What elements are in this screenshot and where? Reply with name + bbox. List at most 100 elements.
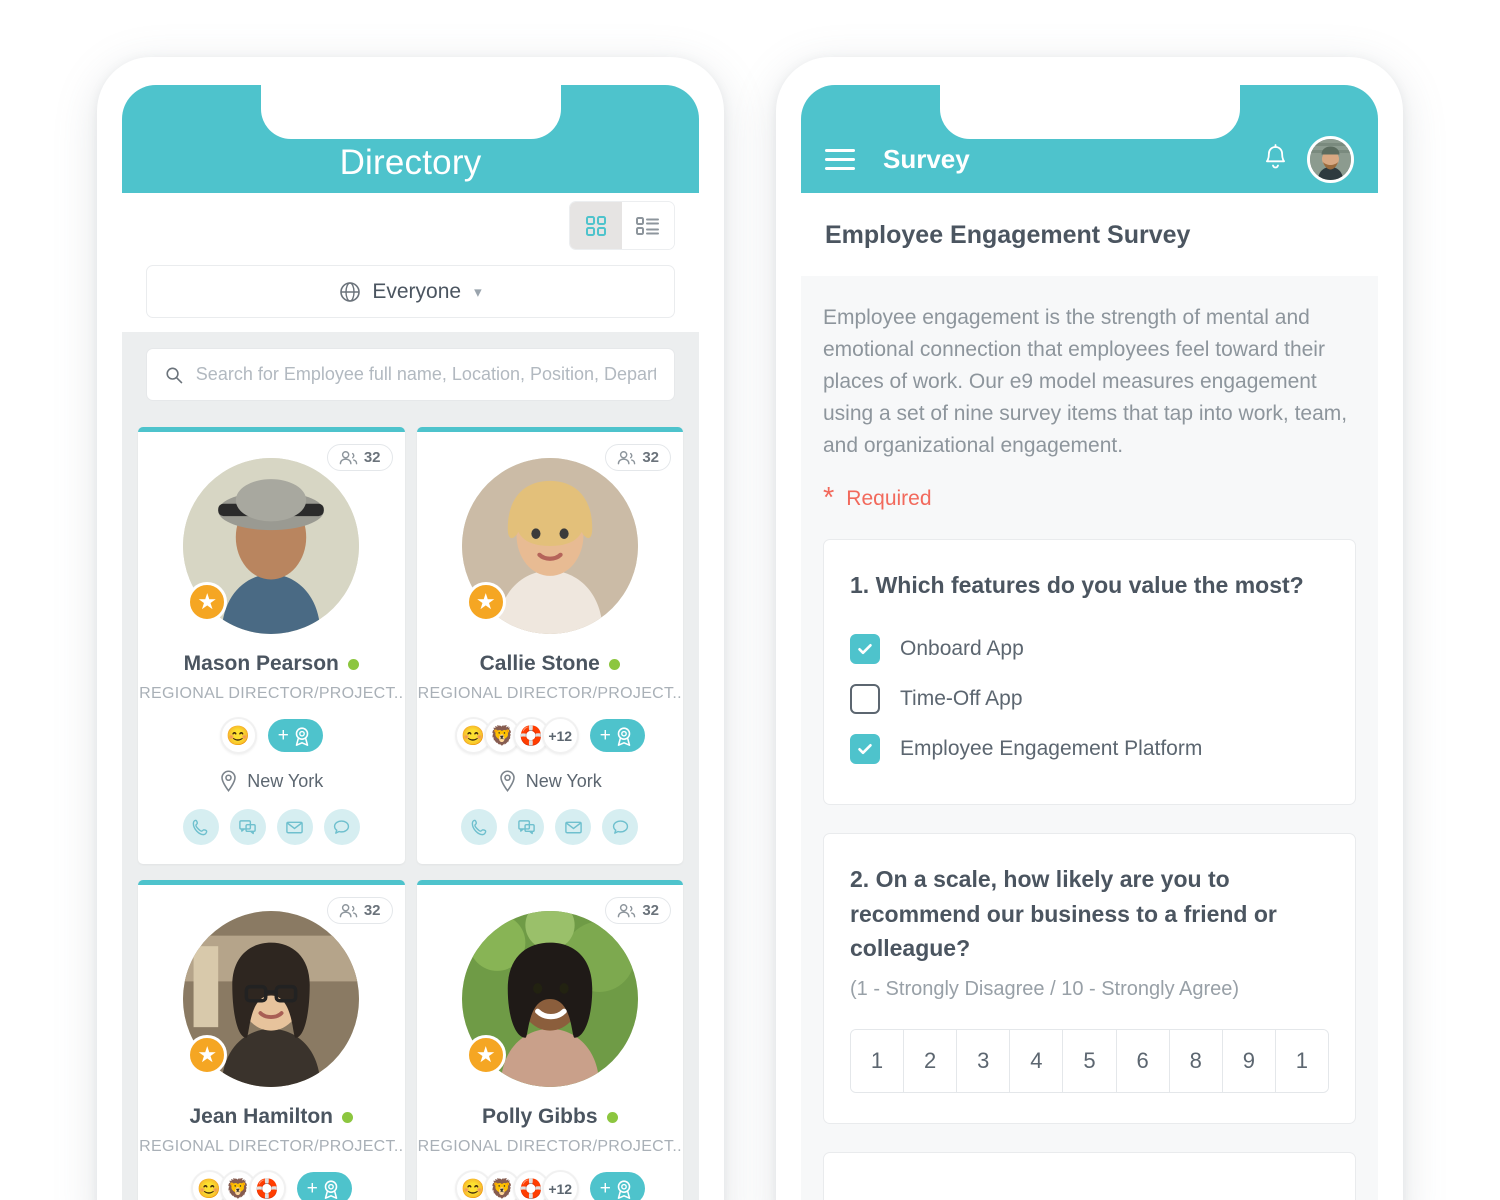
badge-row: 😊 + <box>138 717 405 754</box>
employee-card[interactable]: 32 ★ Callie Stone REGIONAL DIRECTOR/PROJ… <box>416 427 684 864</box>
employee-card[interactable]: 32 ★ Jean Hamilton REGIONAL DIRECTOR/PRO… <box>138 880 405 1200</box>
employee-name-row: Jean Hamilton <box>138 1105 405 1129</box>
view-toggle-row <box>122 193 699 265</box>
employee-card[interactable]: 32 ★ Polly Gibbs REGIONAL DIRECTOR/PROJE… <box>416 880 683 1200</box>
employee-role: REGIONAL DIRECTOR/PROJECT.. <box>139 1138 404 1155</box>
option-label: Onboard App <box>900 637 1024 661</box>
badge-overflow-count[interactable]: +12 <box>541 1170 579 1200</box>
grid-view-button[interactable] <box>570 202 622 249</box>
survey-page-title: Employee Engagement Survey <box>825 221 1191 249</box>
globe-icon <box>340 281 361 302</box>
question-list: 1. Which features do you value the most?… <box>823 538 1356 1124</box>
location-pin-icon <box>221 770 236 792</box>
employee-name: Polly Gibbs <box>481 1105 598 1128</box>
chat-action-button[interactable] <box>602 809 639 845</box>
checkbox[interactable] <box>850 684 880 715</box>
checkbox-option[interactable]: Onboard App <box>850 624 1329 674</box>
team-count-value: 32 <box>642 902 659 919</box>
employee-name: Mason Pearson <box>183 652 339 675</box>
search-input[interactable]: Search for Employee full name, Location,… <box>196 364 656 385</box>
question-card: 1. Which features do you value the most?… <box>823 538 1356 806</box>
scale-option[interactable]: 1 <box>1274 1029 1328 1092</box>
sms-action-button[interactable] <box>229 809 266 845</box>
add-award-button[interactable]: + <box>589 719 645 752</box>
email-action-button[interactable] <box>276 809 313 845</box>
star-icon: ★ <box>187 582 228 622</box>
employee-badge[interactable]: 😊 <box>219 717 257 754</box>
scale-option[interactable]: 9 <box>1221 1029 1275 1092</box>
employee-card-grid: 32 ★ Mason Pearson REGIONAL DIRECTOR/PRO… <box>122 417 699 1200</box>
employee-role: REGIONAL DIRECTOR/PROJECT.. <box>417 1138 682 1155</box>
audience-filter-label: Everyone <box>372 279 462 303</box>
required-label: Required <box>846 486 932 510</box>
employee-location: New York <box>525 771 602 791</box>
scale-option[interactable]: 2 <box>903 1029 957 1092</box>
survey-body: Employee engagement is the strength of m… <box>801 276 1378 1200</box>
online-status-dot <box>342 1111 354 1123</box>
add-award-button[interactable]: + <box>296 1172 352 1200</box>
add-award-button[interactable]: + <box>589 1172 645 1200</box>
avatar[interactable]: ★ <box>183 458 360 634</box>
bell-icon[interactable] <box>1262 144 1289 174</box>
sms-action-button[interactable] <box>508 809 545 845</box>
online-status-dot <box>347 658 359 670</box>
checkbox-option[interactable]: Employee Engagement Platform <box>850 724 1329 774</box>
question-card-partial <box>823 1151 1356 1200</box>
search-section: Search for Employee full name, Location,… <box>122 332 699 417</box>
survey-navbar: Survey <box>801 85 1378 193</box>
scale-option[interactable]: 3 <box>956 1029 1010 1092</box>
add-award-button[interactable]: + <box>267 719 323 752</box>
employee-role: REGIONAL DIRECTOR/PROJECT.. <box>139 685 404 702</box>
award-icon <box>617 726 631 746</box>
checkmark-icon <box>858 744 872 755</box>
survey-title-card: Employee Engagement Survey <box>801 193 1378 276</box>
employee-location: New York <box>247 771 324 791</box>
checkbox-option[interactable]: Time-Off App <box>850 674 1329 724</box>
checkbox[interactable] <box>850 634 880 665</box>
required-asterisk: * <box>823 481 835 514</box>
employee-name-row: Callie Stone <box>417 652 684 676</box>
survey-screen: Survey Employee Engagement Survey Employ… <box>801 85 1378 1200</box>
scale-option[interactable]: 5 <box>1062 1029 1116 1092</box>
avatar[interactable] <box>1307 135 1354 183</box>
avatar[interactable]: ★ <box>461 911 638 1087</box>
grid-icon <box>586 215 606 236</box>
directory-screen: Directory Everyone ▾ Search for Employee… <box>122 85 699 1200</box>
filter-bar: Everyone ▾ <box>122 265 699 332</box>
team-count-value: 32 <box>363 902 381 919</box>
option-list: Onboard App Time-Off App Employee Engage… <box>850 624 1329 774</box>
phone-action-button[interactable] <box>461 809 498 845</box>
screenshot-stage: Directory Everyone ▾ Search for Employee… <box>0 0 1500 1200</box>
scale-option[interactable]: 4 <box>1009 1029 1063 1092</box>
view-toggle <box>569 201 675 250</box>
hamburger-icon[interactable] <box>825 148 855 170</box>
search-box[interactable]: Search for Employee full name, Location,… <box>146 348 675 401</box>
star-icon: ★ <box>465 1035 506 1075</box>
phone-action-button[interactable] <box>182 809 219 845</box>
employee-name: Callie Stone <box>479 652 600 675</box>
employee-badge[interactable]: 🛟 <box>248 1170 286 1200</box>
star-icon: ★ <box>187 1035 228 1075</box>
scale-option[interactable]: 8 <box>1168 1029 1222 1092</box>
scale-option[interactable]: 6 <box>1115 1029 1169 1092</box>
badge-row: 😊 🦁 🛟 +12 + <box>417 717 684 754</box>
option-label: Time-Off App <box>900 687 1023 711</box>
list-view-button[interactable] <box>622 202 674 249</box>
audience-filter-select[interactable]: Everyone ▾ <box>146 265 675 318</box>
phone-survey: Survey Employee Engagement Survey Employ… <box>776 57 1403 1200</box>
email-action-button[interactable] <box>555 809 592 845</box>
badge-overflow-count[interactable]: +12 <box>541 717 579 754</box>
scale-option[interactable]: 1 <box>851 1029 904 1092</box>
checkbox[interactable] <box>850 734 880 765</box>
avatar[interactable]: ★ <box>461 458 638 634</box>
list-icon <box>636 216 659 235</box>
chat-action-button[interactable] <box>323 809 360 845</box>
avatar[interactable]: ★ <box>183 911 360 1087</box>
survey-description: Employee engagement is the strength of m… <box>823 306 1348 457</box>
award-icon <box>324 1179 338 1199</box>
contact-actions <box>138 809 405 845</box>
employee-name: Jean Hamilton <box>189 1105 334 1128</box>
team-count-value: 32 <box>642 449 659 466</box>
employee-card[interactable]: 32 ★ Mason Pearson REGIONAL DIRECTOR/PRO… <box>138 427 405 864</box>
contact-actions <box>417 809 684 845</box>
